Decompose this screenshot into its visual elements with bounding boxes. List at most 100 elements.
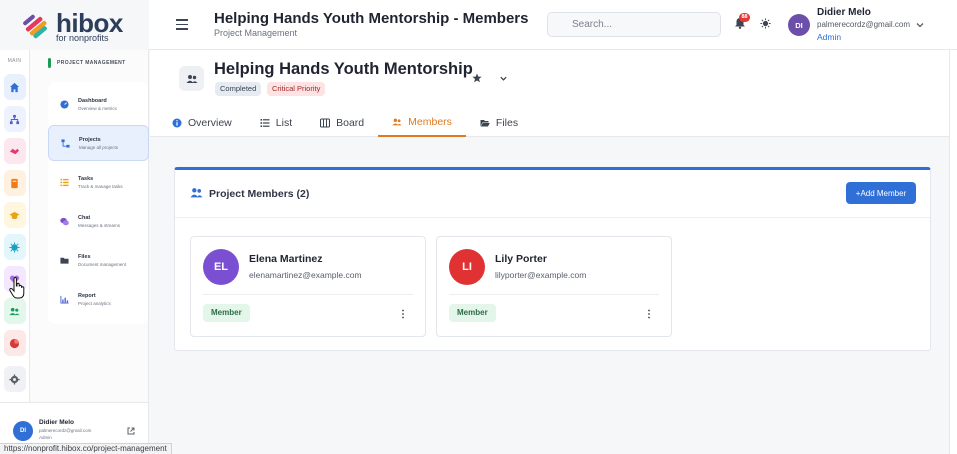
rail-book-button[interactable] [3, 170, 26, 196]
footer-user-email: palmerecordz@gmail.com [39, 428, 92, 433]
project-title: Helping Hands Youth Mentorship [214, 60, 473, 78]
sidebar-item-subtitle: Document management [78, 261, 127, 267]
sidebar-item-dashboard[interactable]: Dashboard Overview & metrics [48, 86, 148, 122]
tab-label: Overview [188, 116, 232, 129]
member-card[interactable]: EL Elena Martinez elenamartinez@example.… [190, 236, 426, 337]
more-options-icon[interactable] [647, 309, 651, 319]
right-scroll-gutter [949, 50, 957, 454]
project-users-icon [179, 66, 204, 91]
status-badge: Completed [215, 82, 262, 96]
sidebar-nav-list: Dashboard Overview & metrics Projects Mana… [48, 82, 149, 324]
star-icon[interactable] [472, 73, 482, 83]
member-card[interactable]: LI Lily Porter lilyporter@example.com Me… [436, 236, 672, 337]
avatar: LI [449, 249, 485, 285]
card-divider [449, 294, 659, 295]
members-panel-header: Project Members (2) +Add Member [175, 170, 930, 218]
rail-handshake-button[interactable] [3, 138, 26, 164]
tab-members[interactable]: Members [378, 108, 466, 137]
projects-icon [59, 137, 71, 149]
rail-org-chart-button[interactable] [3, 106, 26, 132]
member-name: Lily Porter [495, 253, 547, 265]
rail-home-button[interactable] [3, 74, 26, 100]
sidebar-item-chat[interactable]: Chat Messages & streams [48, 203, 148, 239]
board-icon [320, 117, 331, 128]
sidebar-item-title: Dashboard [78, 97, 107, 104]
hamburger-line [176, 19, 188, 21]
tab-overview[interactable]: Overview [160, 108, 246, 137]
sidebar-section-header: PROJECT MANAGEMENT [48, 58, 148, 68]
brand-name: hibox [56, 7, 123, 38]
sidebar-section-title: PROJECT MANAGEMENT [57, 60, 126, 66]
page-subtitle: Project Management [214, 28, 298, 38]
users-icon [9, 307, 20, 315]
gear-icon [9, 373, 20, 385]
hamburger-line [176, 23, 188, 26]
footer-user-role: Admin [39, 435, 52, 440]
status-url-bar: https://nonprofit.hibox.co/project-manag… [0, 443, 172, 454]
notification-count-badge: 88 [739, 13, 750, 22]
rail-users-button[interactable] [3, 298, 26, 324]
top-header: Helping Hands Youth Mentorship - Members… [149, 0, 957, 50]
members-panel-title: Project Members (2) [209, 188, 310, 200]
add-member-button[interactable]: +Add Member [846, 182, 916, 204]
sidebar-item-title: Report [78, 292, 96, 299]
tab-board[interactable]: Board [306, 108, 378, 137]
members-panel: Project Members (2) +Add Member EL Elena… [174, 167, 931, 351]
sidebar-item-subtitle: Messages & streams [78, 222, 121, 228]
more-options-icon[interactable] [401, 309, 405, 319]
project-management-sidebar: PROJECT MANAGEMENT Dashboard Overview & m… [30, 50, 149, 402]
hibox-logo-mark-icon [23, 14, 47, 39]
tab-label: Board [336, 116, 365, 129]
tab-list[interactable]: List [246, 108, 306, 137]
tab-files[interactable]: Files [466, 108, 532, 137]
member-role-badge: Member [203, 304, 250, 322]
member-role-badge: Member [449, 304, 496, 322]
user-avatar[interactable]: DI [788, 14, 810, 36]
theme-toggle-sun-icon[interactable] [760, 18, 771, 29]
sidebar-item-title: Files [78, 253, 91, 260]
tasks-icon [58, 176, 70, 188]
avatar: EL [203, 249, 239, 285]
footer-user-name: Didier Melo [39, 419, 75, 426]
sidebar-item-subtitle: Project analytics [78, 300, 111, 306]
sidebar-item-title: Tasks [78, 175, 94, 182]
user-name: Didier Melo [817, 7, 871, 18]
list-icon [260, 118, 270, 127]
sidebar-item-tasks[interactable]: Tasks Track & manage tasks [48, 164, 148, 200]
chevron-down-icon[interactable] [915, 20, 925, 30]
member-name: Elena Martinez [249, 253, 323, 265]
folder-icon [58, 254, 70, 266]
sidebar-item-subtitle: Overview & metrics [78, 105, 117, 111]
member-email: elenamartinez@example.com [249, 270, 362, 280]
sidebar-item-title: Chat [78, 214, 91, 221]
sidebar-item-subtitle: Track & manage tasks [78, 183, 123, 189]
hibox-logo[interactable]: hibox for nonprofits [22, 10, 132, 44]
rail-virus-button[interactable] [3, 234, 26, 260]
org-chart-icon [9, 114, 20, 124]
report-chart-icon [58, 293, 70, 305]
user-role: Admin [817, 32, 842, 42]
avatar[interactable]: DI [13, 421, 33, 441]
sidebar-item-report[interactable]: Report Project analytics [48, 281, 148, 317]
rail-pie-chart-button[interactable] [3, 330, 26, 356]
priority-badge: Critical Priority [267, 82, 326, 96]
menu-toggle-button[interactable] [176, 19, 188, 30]
rail-settings-button[interactable] [3, 366, 26, 392]
search-input[interactable] [547, 12, 721, 37]
user-email: palmerecordz@gmail.com [817, 20, 911, 29]
rail-graduation-button[interactable] [3, 202, 26, 228]
member-email: lilyporter@example.com [495, 270, 587, 280]
users-icon [392, 118, 402, 125]
card-divider [203, 294, 413, 295]
chat-icon [58, 215, 70, 227]
hand-cursor-icon [9, 277, 25, 299]
info-icon [172, 118, 182, 127]
external-link-icon[interactable] [127, 427, 135, 435]
tab-label: Files [495, 116, 519, 129]
project-header: Helping Hands Youth Mentorship Completed… [150, 50, 949, 137]
tab-label: Members [408, 115, 452, 128]
sidebar-item-files[interactable]: Files Document management [48, 242, 148, 278]
sidebar-item-projects[interactable]: Projects Manage all projects [48, 125, 149, 161]
pie-chart-icon [9, 338, 20, 348]
chevron-down-icon[interactable] [499, 74, 508, 83]
